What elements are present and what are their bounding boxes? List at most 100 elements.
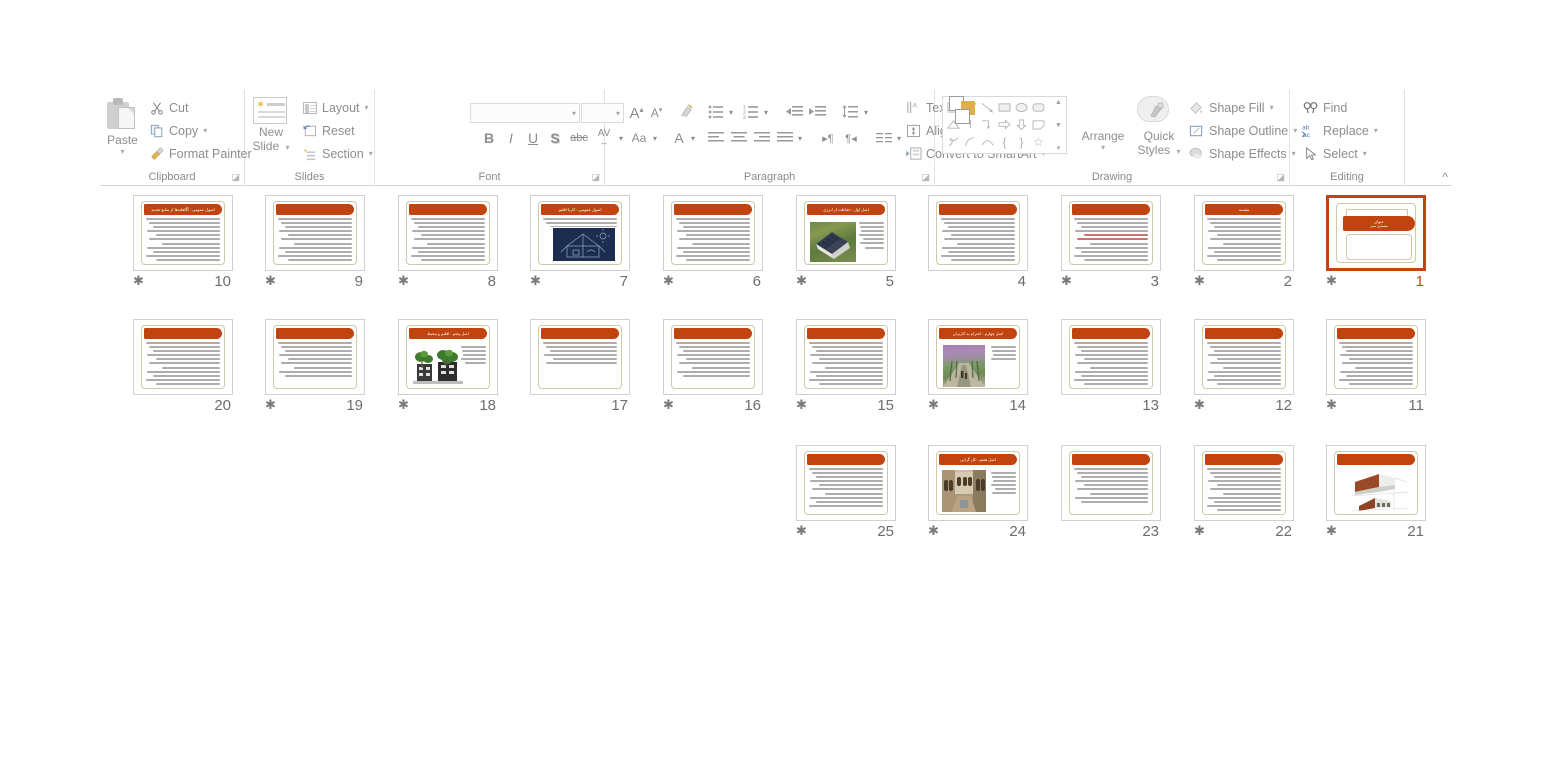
slide-thumbnail-14[interactable]: اصل چهارم : احترام به کاربران ✱ 14 [928, 319, 1028, 423]
slide-thumbnail-frame[interactable] [796, 319, 896, 395]
slide-thumbnail-19[interactable]: ✱ 19 [265, 319, 365, 423]
slide-transition-star-icon[interactable]: ✱ [1194, 524, 1205, 538]
bullets-button[interactable] [705, 102, 727, 122]
down-arrow-shape-icon[interactable] [1013, 116, 1030, 133]
font-name-input[interactable]: ▾ [470, 103, 580, 123]
chevron-down-icon[interactable]: ▾ [1374, 126, 1378, 135]
slide-thumbnail-18[interactable]: اصل پنجم : اقلیم و محیط ✱ 18 [398, 319, 498, 423]
chevron-down-icon[interactable]: ▾ [1074, 143, 1132, 152]
slide-thumbnail-25[interactable]: ✱ 25 [796, 445, 896, 549]
replace-button[interactable]: ab ac Replace ▾ [1302, 121, 1378, 140]
slide-thumbnail-10[interactable]: اصول عمومی : آگاهانه‌ها از منابع تجدید ✱ 1… [133, 195, 233, 299]
chevron-down-icon[interactable]: ▾ [572, 109, 576, 118]
slide-thumbnail-frame[interactable] [663, 319, 763, 395]
new-slide-icon[interactable]: ✶ [253, 97, 287, 124]
rectangle-shape-icon[interactable] [996, 99, 1013, 116]
new-slide-button[interactable]: New Slide ▾ [247, 126, 295, 153]
slide-thumbnail-20[interactable]: 20 [133, 319, 233, 423]
slide-thumbnail-24[interactable]: اصل هفتم : کل گرایی ✱ 24 [928, 445, 1028, 549]
slide-thumbnail-frame[interactable] [265, 319, 365, 395]
arrange-button[interactable]: Arrange ▾ [1074, 130, 1132, 153]
arrow-shape-icon[interactable] [979, 99, 996, 116]
slide-thumbnail-6[interactable]: ✱ 6 [663, 195, 763, 299]
slide-thumbnail-frame[interactable] [1061, 319, 1161, 395]
scroll-down-icon[interactable]: ▼ [1055, 122, 1062, 130]
slide-thumbnail-frame[interactable] [1326, 445, 1426, 521]
rounded-rectangle-shape-icon[interactable] [1030, 99, 1047, 116]
star-shape-icon[interactable]: ☆ [1030, 133, 1047, 150]
paste-button[interactable]: Paste ▾ [100, 134, 145, 157]
columns-button[interactable] [873, 128, 895, 148]
select-button[interactable]: Select ▾ [1302, 144, 1367, 163]
slide-thumbnail-23[interactable]: 23 [1061, 445, 1161, 549]
right-brace-shape-icon[interactable]: } [1013, 133, 1030, 150]
slide-transition-star-icon[interactable]: ✱ [1194, 274, 1205, 288]
oval-shape-icon[interactable] [1013, 99, 1030, 116]
copy-button[interactable]: Copy ▾ [148, 121, 207, 140]
quick-styles-button[interactable]: Quick Styles ▾ [1130, 130, 1188, 157]
cut-button[interactable]: Cut [148, 98, 188, 117]
slide-transition-star-icon[interactable]: ✱ [265, 398, 276, 412]
slide-thumbnail-frame[interactable] [663, 195, 763, 271]
scribble-shape-icon[interactable] [945, 133, 962, 150]
text-shadow-button[interactable]: S [545, 128, 565, 148]
numbering-caret[interactable]: ▾ [761, 102, 771, 122]
shapes-gallery-scrollbar[interactable]: ▲ ▼ ▾ [1052, 99, 1065, 153]
scroll-up-icon[interactable]: ▲ [1055, 99, 1062, 107]
slide-thumbnail-22[interactable]: ✱ 22 [1194, 445, 1294, 549]
slide-thumbnail-frame[interactable] [928, 195, 1028, 271]
arrange-icon[interactable] [949, 96, 979, 124]
slide-thumbnail-frame[interactable]: اصول عمومی : آگاهانه‌ها از منابع تجدید [133, 195, 233, 271]
align-left-button[interactable] [705, 128, 727, 148]
slide-thumbnail-frame[interactable] [530, 319, 630, 395]
slide-thumbnail-frame[interactable] [796, 445, 896, 521]
shape-effects-button[interactable]: Shape Effects ▾ [1188, 144, 1296, 163]
slide-thumbnail-15[interactable]: ✱ 15 [796, 319, 896, 423]
chevron-down-icon[interactable]: ▾ [1177, 147, 1181, 156]
slide-thumbnail-frame[interactable]: عنوان معماری سبز [1326, 195, 1426, 271]
line-spacing-caret[interactable]: ▾ [861, 102, 871, 122]
shape-fill-button[interactable]: Shape Fill ▾ [1188, 98, 1274, 117]
layout-button[interactable]: Layout ▾ [301, 98, 369, 117]
slide-thumbnail-16[interactable]: ✱ 16 [663, 319, 763, 423]
chevron-down-icon[interactable]: ▾ [369, 149, 373, 158]
arc-shape-icon[interactable] [962, 133, 979, 150]
slide-thumbnail-frame[interactable]: اصول عمومی : کاربا اقلیم [530, 195, 630, 271]
slide-thumbnail-5[interactable]: اصل اول : حفاظت از انرژی ✱ 5 [796, 195, 896, 299]
justify-button[interactable] [774, 128, 796, 148]
section-button[interactable]: ✶ Section ▾ [301, 144, 373, 163]
folded-corner-shape-icon[interactable] [1030, 116, 1047, 133]
slide-thumbnail-8[interactable]: ✱ 8 [398, 195, 498, 299]
slide-transition-star-icon[interactable]: ✱ [1326, 274, 1337, 288]
numbering-button[interactable]: 123 [740, 102, 762, 122]
paste-icon[interactable] [107, 98, 137, 132]
line-spacing-button[interactable] [839, 102, 861, 122]
slide-thumbnail-frame[interactable] [1061, 445, 1161, 521]
chevron-down-icon[interactable]: ▾ [1270, 103, 1274, 112]
slide-transition-star-icon[interactable]: ✱ [928, 398, 939, 412]
chevron-down-icon[interactable]: ▾ [1363, 149, 1367, 158]
slide-thumbnail-frame[interactable]: اصل پنجم : اقلیم و محیط [398, 319, 498, 395]
slide-thumbnail-frame[interactable]: اصل هفتم : کل گرایی [928, 445, 1028, 521]
slide-thumbnail-17[interactable]: 17 [530, 319, 630, 423]
chevron-down-icon[interactable]: ▾ [203, 126, 207, 135]
slide-thumbnail-21[interactable]: ✱ 21 [1326, 445, 1426, 549]
chevron-down-icon[interactable]: ▾ [100, 147, 145, 156]
slide-thumbnail-frame[interactable] [1194, 445, 1294, 521]
font-dialog-launcher[interactable]: ◪ [591, 173, 600, 182]
slide-thumbnail-frame[interactable] [1061, 195, 1161, 271]
elbow-arrow-connector-icon[interactable] [979, 116, 996, 133]
slide-thumbnail-2[interactable]: مقدمه ✱ 2 [1194, 195, 1294, 299]
decrease-indent-button[interactable] [783, 102, 805, 122]
slide-transition-star-icon[interactable]: ✱ [796, 274, 807, 288]
slide-thumbnail-11[interactable]: ✱ 11 [1326, 319, 1426, 423]
quick-styles-icon[interactable] [1137, 96, 1171, 126]
clipboard-dialog-launcher[interactable]: ◪ [231, 173, 240, 182]
curve-shape-icon[interactable] [979, 133, 996, 150]
reset-button[interactable]: Reset [301, 121, 355, 140]
slide-thumbnail-frame[interactable]: اصل چهارم : احترام به کاربران [928, 319, 1028, 395]
bold-button[interactable]: B [479, 128, 499, 148]
increase-indent-button[interactable] [806, 102, 828, 122]
slide-thumbnail-9[interactable]: ✱ 9 [265, 195, 365, 299]
chevron-down-icon[interactable]: ▾ [365, 103, 369, 112]
